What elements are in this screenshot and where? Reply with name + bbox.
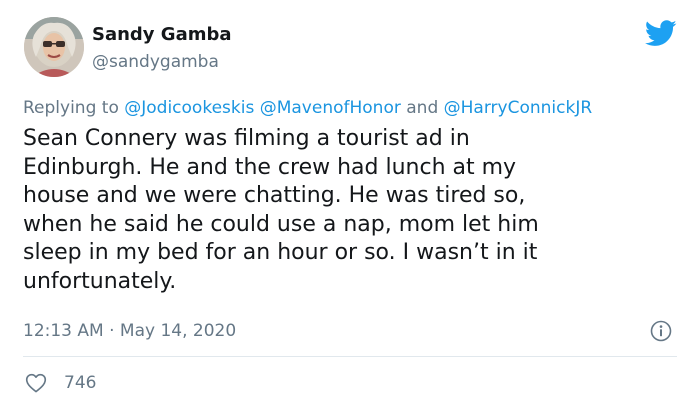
user-handle[interactable]: @sandygamba: [92, 51, 219, 73]
divider: [23, 356, 677, 357]
replying-to-joiner: and: [406, 98, 439, 118]
info-icon[interactable]: [650, 320, 672, 342]
replying-to-line: Replying to @Jodicookeskis @MavenofHonor…: [23, 96, 592, 120]
tweet-text: Sean Connery was filming a tourist ad in…: [23, 126, 539, 294]
like-action[interactable]: 746: [25, 372, 96, 394]
avatar[interactable]: [24, 17, 84, 77]
replying-to-label: Replying to: [23, 98, 119, 118]
profile-photo: [24, 17, 84, 77]
heart-icon[interactable]: [25, 373, 47, 393]
mention-link[interactable]: @MavenofHonor: [260, 98, 401, 118]
twitter-bird-icon[interactable]: [645, 20, 677, 47]
tweet-card: Sandy Gamba @sandygamba Replying to @Jod…: [0, 0, 700, 410]
mention-link[interactable]: @HarryConnickJR: [444, 98, 593, 118]
mention-link[interactable]: @Jodicookeskis: [124, 98, 254, 118]
display-name[interactable]: Sandy Gamba: [92, 24, 232, 46]
like-count: 746: [64, 373, 97, 393]
tweet-timestamp[interactable]: 12:13 AM · May 14, 2020: [23, 319, 236, 343]
